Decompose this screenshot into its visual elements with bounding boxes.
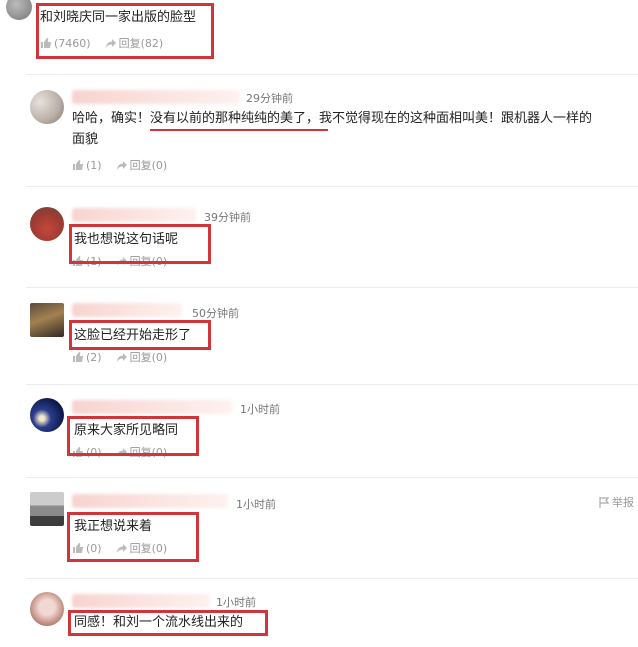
username-blurred[interactable]: [72, 90, 240, 104]
avatar[interactable]: [30, 207, 64, 241]
avatar[interactable]: [30, 303, 64, 337]
comment-time: 1小时前: [236, 498, 276, 511]
flag-icon: [599, 496, 610, 508]
highlight-box: [69, 320, 211, 350]
text-highlighted: 没有以前的那种纯纯的美了: [150, 111, 307, 126]
comment-time: 50分钟前: [192, 307, 239, 320]
comment-time: 29分钟前: [246, 92, 293, 105]
username-blurred[interactable]: [72, 494, 228, 508]
avatar[interactable]: [30, 592, 64, 626]
comment-actions: (2) 回复(0): [72, 349, 167, 365]
highlight-box: [67, 416, 199, 456]
divider: [26, 578, 638, 579]
divider: [26, 287, 638, 288]
highlight-box: [36, 3, 214, 59]
reply-count: 回复(0): [129, 351, 168, 364]
text-part: 面貌: [72, 132, 99, 147]
reply-button[interactable]: 回复(0): [116, 349, 168, 365]
avatar[interactable]: [30, 398, 64, 432]
username-blurred[interactable]: [72, 594, 210, 608]
divider: [26, 477, 638, 478]
report-button[interactable]: 举报: [599, 494, 634, 510]
comment-actions: (1) 回复(0): [72, 157, 167, 173]
reply-arrow-icon: [116, 353, 127, 362]
divider: [26, 74, 638, 75]
reply-count: 回复(0): [129, 159, 168, 172]
highlight-box: [69, 224, 211, 264]
thumbs-up-icon: [73, 160, 83, 170]
username-blurred[interactable]: [72, 208, 196, 222]
like-button[interactable]: (1): [72, 159, 102, 172]
highlight-underline: [150, 129, 328, 131]
like-count: (2): [86, 350, 102, 364]
like-button[interactable]: (2): [72, 351, 102, 364]
highlight-box: [68, 610, 268, 636]
divider: [26, 384, 638, 385]
like-count: (1): [86, 158, 102, 172]
text-part: 哈哈，确实！: [72, 111, 151, 126]
report-label: 举报: [612, 496, 634, 509]
username-blurred[interactable]: [72, 303, 182, 317]
avatar[interactable]: [6, 0, 32, 20]
comment-time: 39分钟前: [204, 211, 251, 224]
divider: [26, 186, 638, 187]
reply-button[interactable]: 回复(0): [116, 157, 168, 173]
comment-time: 1小时前: [240, 403, 280, 416]
thumbs-up-icon: [73, 352, 83, 362]
username-blurred[interactable]: [72, 400, 232, 414]
comment-time: 1小时前: [216, 596, 256, 609]
text-part: ，我不觉得现在的这种面相叫美！跟机器人一样的: [306, 111, 593, 126]
avatar[interactable]: [30, 492, 64, 526]
reply-arrow-icon: [116, 161, 127, 170]
highlight-box: [67, 512, 199, 562]
avatar[interactable]: [30, 90, 64, 124]
